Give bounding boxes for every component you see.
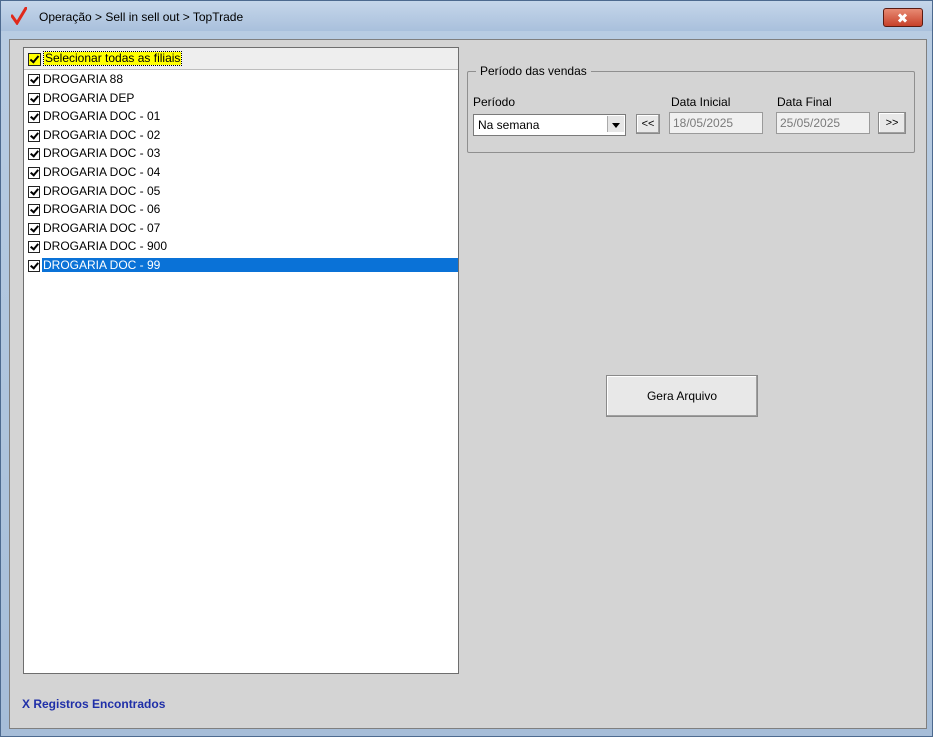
periodo-select[interactable]: Na semana <box>473 114 626 136</box>
branch-checkbox[interactable] <box>28 111 40 124</box>
branch-label[interactable]: DROGARIA DOC - 03 <box>43 146 160 160</box>
data-final-field[interactable]: 25/05/2025 <box>776 112 870 134</box>
data-inicial-label: Data Inicial <box>671 95 731 109</box>
branch-label[interactable]: DROGARIA DOC - 07 <box>43 221 160 235</box>
periodo-group: Período das vendas Período Na semana << … <box>467 64 915 153</box>
records-found-label: X Registros Encontrados <box>22 697 166 711</box>
branch-list[interactable]: Selecionar todas as filiais DROGARIA 88 D… <box>23 47 459 674</box>
branch-label[interactable]: DROGARIA DOC - 01 <box>43 109 160 123</box>
branch-label[interactable]: DROGARIA DOC - 05 <box>43 184 160 198</box>
periodo-group-title: Período das vendas <box>476 64 591 78</box>
list-item[interactable]: DROGARIA 88 <box>24 70 458 89</box>
data-final-label: Data Final <box>777 95 832 109</box>
branch-rows: DROGARIA 88 DROGARIA DEP DROGARIA DOC - 01… <box>24 70 458 275</box>
branch-label[interactable]: DROGARIA DOC - 04 <box>43 165 160 179</box>
chevron-down-icon[interactable] <box>607 116 624 132</box>
checkmark-app-icon <box>11 7 27 25</box>
branch-checkbox[interactable] <box>28 259 40 272</box>
select-all-checkbox[interactable] <box>28 53 41 66</box>
select-all-label[interactable]: Selecionar todas as filiais <box>42 51 183 66</box>
branch-label[interactable]: DROGARIA DOC - 900 <box>43 239 167 253</box>
branch-label[interactable]: DROGARIA 88 <box>43 72 123 86</box>
data-final-value: 25/05/2025 <box>780 116 841 130</box>
gera-arquivo-label: Gera Arquivo <box>646 389 718 403</box>
client-area: Selecionar todas as filiais DROGARIA 88 D… <box>9 39 927 729</box>
list-item[interactable]: DROGARIA DOC - 900 <box>24 237 458 256</box>
list-item[interactable]: DROGARIA DOC - 99 <box>24 256 458 275</box>
list-item[interactable]: DROGARIA DOC - 05 <box>24 182 458 201</box>
branch-checkbox[interactable] <box>28 92 40 105</box>
branch-checkbox[interactable] <box>28 241 40 254</box>
list-item[interactable]: DROGARIA DOC - 03 <box>24 144 458 163</box>
branch-label[interactable]: DROGARIA DOC - 06 <box>43 202 160 216</box>
main-window: Operação > Sell in sell out > TopTrade S… <box>0 0 933 737</box>
branch-checkbox[interactable] <box>28 129 40 142</box>
list-item[interactable]: DROGARIA DOC - 06 <box>24 200 458 219</box>
previous-period-button[interactable]: << <box>636 114 660 134</box>
branch-checkbox[interactable] <box>28 166 40 179</box>
data-inicial-value: 18/05/2025 <box>673 116 734 130</box>
list-item[interactable]: DROGARIA DOC - 02 <box>24 126 458 145</box>
branch-checkbox[interactable] <box>28 74 40 86</box>
branch-checkbox[interactable] <box>28 222 40 235</box>
list-item[interactable]: DROGARIA DEP <box>24 89 458 108</box>
list-item[interactable]: DROGARIA DOC - 07 <box>24 219 458 238</box>
window-title: Operação > Sell in sell out > TopTrade <box>39 10 244 24</box>
close-button[interactable] <box>883 8 923 27</box>
branch-checkbox[interactable] <box>28 148 40 161</box>
branch-label[interactable]: DROGARIA DOC - 99 <box>42 257 458 272</box>
branch-checkbox[interactable] <box>28 185 40 198</box>
data-inicial-field[interactable]: 18/05/2025 <box>669 112 763 134</box>
periodo-select-value: Na semana <box>478 118 540 132</box>
periodo-label: Período <box>473 95 516 109</box>
gera-arquivo-button[interactable]: Gera Arquivo <box>606 375 758 417</box>
branch-label[interactable]: DROGARIA DEP <box>43 91 134 105</box>
select-all-row[interactable]: Selecionar todas as filiais <box>24 48 458 70</box>
branch-checkbox[interactable] <box>28 204 40 217</box>
list-item[interactable]: DROGARIA DOC - 01 <box>24 107 458 126</box>
next-period-button[interactable]: >> <box>878 112 906 134</box>
branch-label[interactable]: DROGARIA DOC - 02 <box>43 128 160 142</box>
list-item[interactable]: DROGARIA DOC - 04 <box>24 163 458 182</box>
title-bar[interactable]: Operação > Sell in sell out > TopTrade <box>1 1 932 31</box>
